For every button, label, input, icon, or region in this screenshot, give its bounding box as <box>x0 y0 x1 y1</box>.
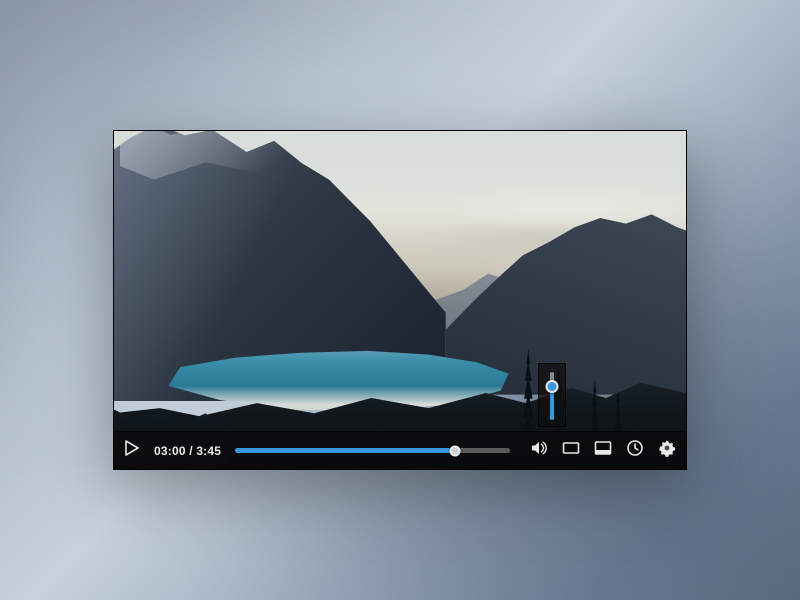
theater-mode-icon <box>562 439 580 462</box>
control-bar: 03:00 / 3:45 <box>114 431 686 469</box>
duration: 3:45 <box>196 444 221 458</box>
progress-bar[interactable] <box>235 448 510 453</box>
progress-fill <box>235 448 455 453</box>
gear-icon <box>658 439 676 462</box>
volume-icon <box>530 439 548 462</box>
volume-slider-popup[interactable] <box>538 363 566 427</box>
progress-thumb[interactable] <box>450 445 461 456</box>
video-frame[interactable] <box>114 131 686 469</box>
clock-icon <box>626 439 644 462</box>
play-icon <box>125 440 139 461</box>
time-display: 03:00 / 3:45 <box>154 444 221 458</box>
current-time: 03:00 <box>154 444 186 458</box>
watch-later-button[interactable] <box>626 442 644 460</box>
play-button[interactable] <box>120 439 144 463</box>
time-sep: / <box>186 444 197 458</box>
video-player: 03:00 / 3:45 <box>113 130 687 470</box>
volume-track[interactable] <box>550 372 554 420</box>
theater-mode-button[interactable] <box>562 442 580 460</box>
fullscreen-button[interactable] <box>594 442 612 460</box>
right-controls <box>530 442 676 460</box>
volume-thumb[interactable] <box>546 380 559 393</box>
volume-button[interactable] <box>530 442 548 460</box>
settings-button[interactable] <box>658 442 676 460</box>
fullscreen-icon <box>594 439 612 462</box>
